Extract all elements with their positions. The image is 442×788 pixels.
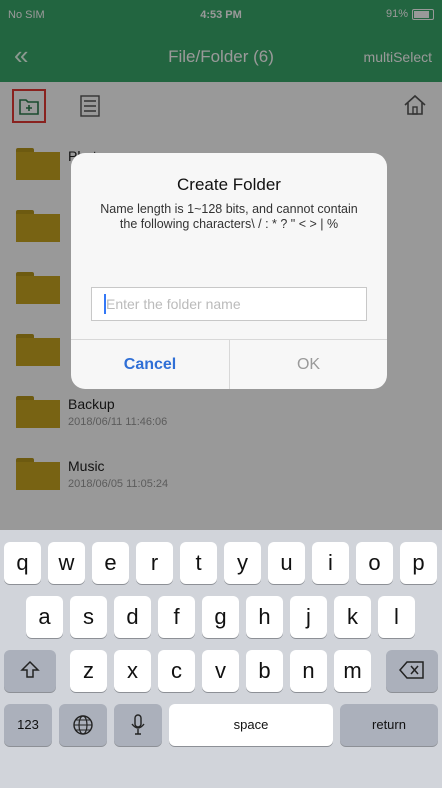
key-p[interactable]: p (400, 542, 437, 584)
key-v[interactable]: v (202, 650, 239, 692)
key-f[interactable]: f (158, 596, 195, 638)
text-cursor (104, 294, 106, 314)
key-h[interactable]: h (246, 596, 283, 638)
key-u[interactable]: u (268, 542, 305, 584)
key-q[interactable]: q (4, 542, 41, 584)
keyboard: q w e r t y u i o p a s d f g h j k l z … (0, 530, 442, 788)
screen: No SIM 4:53 PM 91% « File/Folder (6) mul… (0, 0, 442, 788)
dialog-buttons: Cancel OK (71, 339, 387, 389)
key-b[interactable]: b (246, 650, 283, 692)
key-x[interactable]: x (114, 650, 151, 692)
key-k[interactable]: k (334, 596, 371, 638)
shift-icon (20, 660, 40, 678)
globe-icon (73, 715, 93, 735)
backspace-icon (399, 661, 424, 679)
return-key[interactable]: return (340, 704, 438, 746)
dialog-message: Name length is 1~128 bits, and cannot co… (100, 202, 358, 231)
key-n[interactable]: n (290, 650, 327, 692)
key-a[interactable]: a (26, 596, 63, 638)
space-key[interactable]: space (169, 704, 333, 746)
key-y[interactable]: y (224, 542, 261, 584)
create-folder-dialog: Create Folder Name length is 1~128 bits,… (71, 153, 387, 389)
key-m[interactable]: m (334, 650, 371, 692)
key-d[interactable]: d (114, 596, 151, 638)
key-s[interactable]: s (70, 596, 107, 638)
numbers-key[interactable]: 123 (4, 704, 52, 746)
cancel-button[interactable]: Cancel (71, 340, 229, 389)
microphone-key[interactable] (114, 704, 162, 746)
key-c[interactable]: c (158, 650, 195, 692)
dialog-title: Create Folder (177, 175, 281, 194)
key-o[interactable]: o (356, 542, 393, 584)
microphone-icon (131, 714, 145, 735)
key-e[interactable]: e (92, 542, 129, 584)
key-w[interactable]: w (48, 542, 85, 584)
key-l[interactable]: l (378, 596, 415, 638)
key-j[interactable]: j (290, 596, 327, 638)
globe-key[interactable] (59, 704, 107, 746)
key-i[interactable]: i (312, 542, 349, 584)
shift-key[interactable] (4, 650, 56, 692)
key-z[interactable]: z (70, 650, 107, 692)
ok-button[interactable]: OK (229, 340, 387, 389)
key-g[interactable]: g (202, 596, 239, 638)
key-r[interactable]: r (136, 542, 173, 584)
backspace-key[interactable] (386, 650, 438, 692)
key-t[interactable]: t (180, 542, 217, 584)
folder-name-input[interactable] (91, 287, 367, 321)
